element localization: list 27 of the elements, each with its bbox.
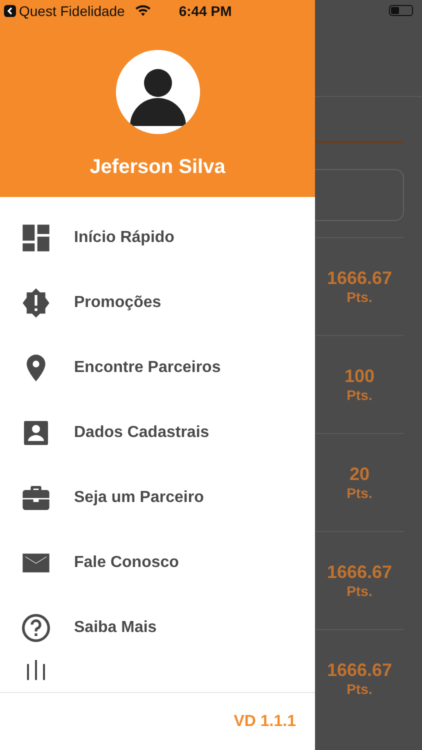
clock-time: 6:44 PM bbox=[178, 3, 232, 19]
points-unit: Pts. bbox=[346, 485, 372, 501]
battery-icon bbox=[389, 5, 413, 16]
user-name: Jeferson Silva bbox=[90, 156, 226, 179]
points-value: 1666.67 bbox=[326, 268, 392, 289]
points-unit: Pts. bbox=[346, 289, 372, 305]
menu-item[interactable]: Encontre Parceiros bbox=[0, 335, 315, 400]
points-unit: Pts. bbox=[346, 681, 372, 697]
back-app-label[interactable]: Quest Fidelidade bbox=[19, 3, 125, 19]
points-value: 1666.67 bbox=[326, 660, 392, 681]
alert-badge-icon bbox=[20, 286, 52, 318]
points-unit: Pts. bbox=[346, 583, 372, 599]
menu-item[interactable]: Seja um Parceiro bbox=[0, 465, 315, 530]
points-value: 1666.67 bbox=[326, 562, 392, 583]
wifi-icon bbox=[134, 5, 151, 17]
menu-item[interactable]: Promoções bbox=[0, 270, 315, 335]
dashboard-icon bbox=[20, 222, 52, 254]
menu-item[interactable]: Início Rápido bbox=[0, 205, 315, 270]
points-unit: Pts. bbox=[346, 387, 372, 403]
version-label: VD 1.1.1 bbox=[234, 712, 296, 730]
points-value: 100 bbox=[344, 366, 375, 387]
help-icon bbox=[20, 612, 52, 644]
menu-item[interactable]: Dados Cadastrais bbox=[0, 400, 315, 465]
points-value: 20 bbox=[349, 464, 370, 485]
menu-item[interactable]: Saiba Mais bbox=[0, 595, 315, 660]
menu-item[interactable]: Fale Conosco bbox=[0, 530, 315, 595]
back-icon[interactable] bbox=[4, 5, 16, 17]
